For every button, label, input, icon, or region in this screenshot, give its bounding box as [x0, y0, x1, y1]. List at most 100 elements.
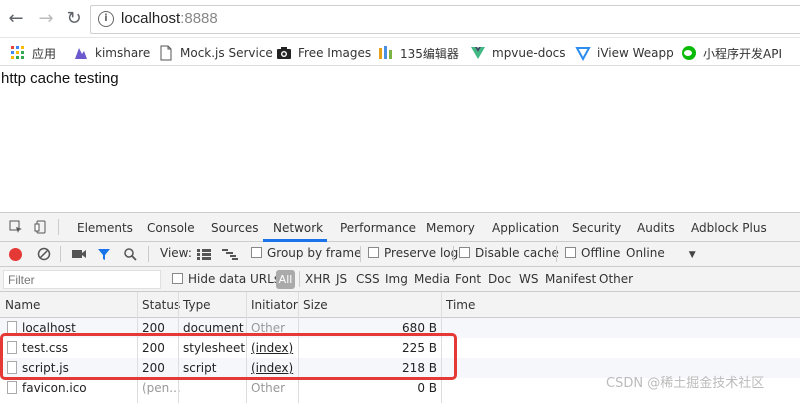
- bookmark-label: 135编辑器: [400, 46, 459, 61]
- bookmark-apps[interactable]: 应用: [10, 44, 56, 62]
- hide-data-urls-checkbox[interactable]: Hide data URLs: [172, 272, 280, 286]
- bookmark-label: kimshare: [95, 46, 151, 60]
- apps-grid-icon: [10, 45, 26, 61]
- filter-type-xhr[interactable]: XHR: [305, 272, 331, 286]
- devtools-tabbar: Elements Console Sources Network Perform…: [0, 213, 800, 242]
- divider: [58, 219, 59, 235]
- tab-performance[interactable]: Performance: [340, 221, 416, 235]
- divider: [60, 246, 61, 262]
- request-initiator: Other: [251, 381, 286, 395]
- group-by-frame-checkbox[interactable]: Group by frame: [251, 246, 361, 260]
- chevron-down-icon: ▼: [688, 250, 696, 260]
- filter-type-js[interactable]: JS: [336, 272, 347, 286]
- bookmark-favicon-icon: [73, 45, 89, 61]
- column-header-initiator[interactable]: Initiator: [251, 298, 298, 312]
- filter-type-all[interactable]: All: [276, 270, 295, 289]
- divider: [556, 246, 557, 262]
- bookmark-kimshare[interactable]: kimshare: [73, 44, 150, 62]
- clear-icon[interactable]: [37, 247, 51, 264]
- watermark-text: CSDN @稀土掘金技术社区: [606, 376, 765, 391]
- bookmark-mpvue-docs[interactable]: mpvue-docs: [470, 44, 566, 62]
- url-text: localhost:8888: [121, 10, 218, 27]
- preserve-log-label: Preserve log: [384, 246, 459, 260]
- divider: [299, 271, 300, 287]
- bookmarks-bar: 应用 kimshare Mock.js Service Free Images …: [0, 38, 800, 66]
- vue-logo-icon: [470, 45, 486, 61]
- table-header: Name Status Type Initiator Size Time: [0, 292, 800, 318]
- hide-data-urls-label: Hide data URLs: [188, 272, 281, 286]
- network-filterbar: Hide data URLs All XHR JS CSS Img Media …: [0, 267, 800, 292]
- bookmark-label: mpvue-docs: [492, 46, 566, 60]
- filter-type-img[interactable]: Img: [385, 272, 408, 286]
- bookmark-miniprogram-api[interactable]: 小程序开发API: [681, 44, 782, 62]
- device-toolbar-icon[interactable]: [34, 220, 48, 234]
- column-header-size[interactable]: Size: [303, 298, 328, 312]
- iview-logo-icon: [575, 45, 591, 62]
- request-status: (pen...: [142, 381, 181, 395]
- tab-adblock-plus[interactable]: Adblock Plus: [691, 221, 767, 235]
- divider: [360, 246, 361, 262]
- bookmark-label: Mock.js Service: [180, 46, 273, 60]
- filter-icon[interactable]: [97, 247, 111, 264]
- site-info-icon[interactable]: i: [98, 11, 114, 27]
- divider: [453, 246, 454, 262]
- filter-input[interactable]: [3, 270, 161, 289]
- preserve-log-checkbox[interactable]: Preserve log: [368, 246, 458, 260]
- filter-type-font[interactable]: Font: [455, 272, 481, 286]
- column-header-time[interactable]: Time: [446, 298, 475, 312]
- browser-toolbar: ← → ↻ i localhost:8888: [0, 0, 800, 38]
- inspect-element-icon[interactable]: [9, 220, 23, 234]
- tab-security[interactable]: Security: [572, 221, 621, 235]
- filter-type-media[interactable]: Media: [414, 272, 450, 286]
- editor-favicon-icon: [378, 45, 394, 61]
- tab-memory[interactable]: Memory: [426, 221, 475, 235]
- tab-network[interactable]: Network: [273, 221, 323, 235]
- offline-checkbox[interactable]: Offline: [565, 246, 620, 260]
- back-arrow-icon[interactable]: ←: [6, 9, 26, 29]
- bookmark-free-images[interactable]: Free Images: [276, 44, 371, 62]
- column-header-type[interactable]: Type: [183, 298, 211, 312]
- group-by-frame-label: Group by frame: [267, 246, 362, 260]
- bookmark-label: 小程序开发API: [703, 46, 782, 61]
- forward-arrow-icon[interactable]: →: [36, 9, 56, 29]
- tab-application[interactable]: Application: [492, 221, 559, 235]
- document-icon: [158, 45, 174, 61]
- tab-console[interactable]: Console: [147, 221, 195, 235]
- filter-type-other[interactable]: Other: [599, 272, 633, 286]
- annotation-highlight-box: [0, 333, 457, 380]
- reload-icon[interactable]: ↻: [64, 9, 84, 29]
- bookmark-mockjs[interactable]: Mock.js Service: [158, 44, 273, 62]
- divider: [148, 246, 149, 262]
- column-header-status[interactable]: Status: [142, 298, 180, 312]
- record-icon[interactable]: [9, 248, 22, 261]
- search-icon[interactable]: [123, 247, 137, 264]
- request-name: favicon.ico: [22, 381, 87, 395]
- network-toolbar: View: Group by frame Preserve log Disabl…: [0, 242, 800, 267]
- filter-type-ws[interactable]: WS: [519, 272, 538, 286]
- page-title: http cache testing: [1, 70, 119, 87]
- disable-cache-label: Disable cache: [475, 246, 559, 260]
- view-label: View:: [160, 246, 192, 260]
- column-header-name[interactable]: Name: [5, 298, 40, 312]
- filter-type-css[interactable]: CSS: [356, 272, 380, 286]
- throttling-select[interactable]: Online ▼: [626, 246, 696, 260]
- disable-cache-checkbox[interactable]: Disable cache: [459, 246, 559, 260]
- bookmark-label: Free Images: [298, 46, 372, 60]
- address-bar[interactable]: i localhost:8888: [90, 5, 800, 34]
- bookmark-135-editor[interactable]: 135编辑器: [378, 44, 459, 62]
- file-icon: [7, 381, 17, 394]
- tab-elements[interactable]: Elements: [77, 221, 133, 235]
- bookmark-label: 应用: [32, 46, 57, 61]
- offline-label: Offline: [581, 246, 621, 260]
- tab-audits[interactable]: Audits: [637, 221, 675, 235]
- wechat-icon: [681, 45, 697, 61]
- request-size: 0 B: [417, 381, 437, 395]
- tab-sources[interactable]: Sources: [211, 221, 258, 235]
- waterfall-overview-icon[interactable]: [222, 249, 238, 263]
- video-camera-icon[interactable]: [71, 248, 87, 263]
- filter-type-manifest[interactable]: Manifest: [545, 272, 596, 286]
- camera-icon: [276, 45, 292, 61]
- bookmark-iview-weapp[interactable]: iView Weapp: [575, 44, 674, 62]
- large-rows-icon[interactable]: [197, 249, 211, 263]
- filter-type-doc[interactable]: Doc: [488, 272, 511, 286]
